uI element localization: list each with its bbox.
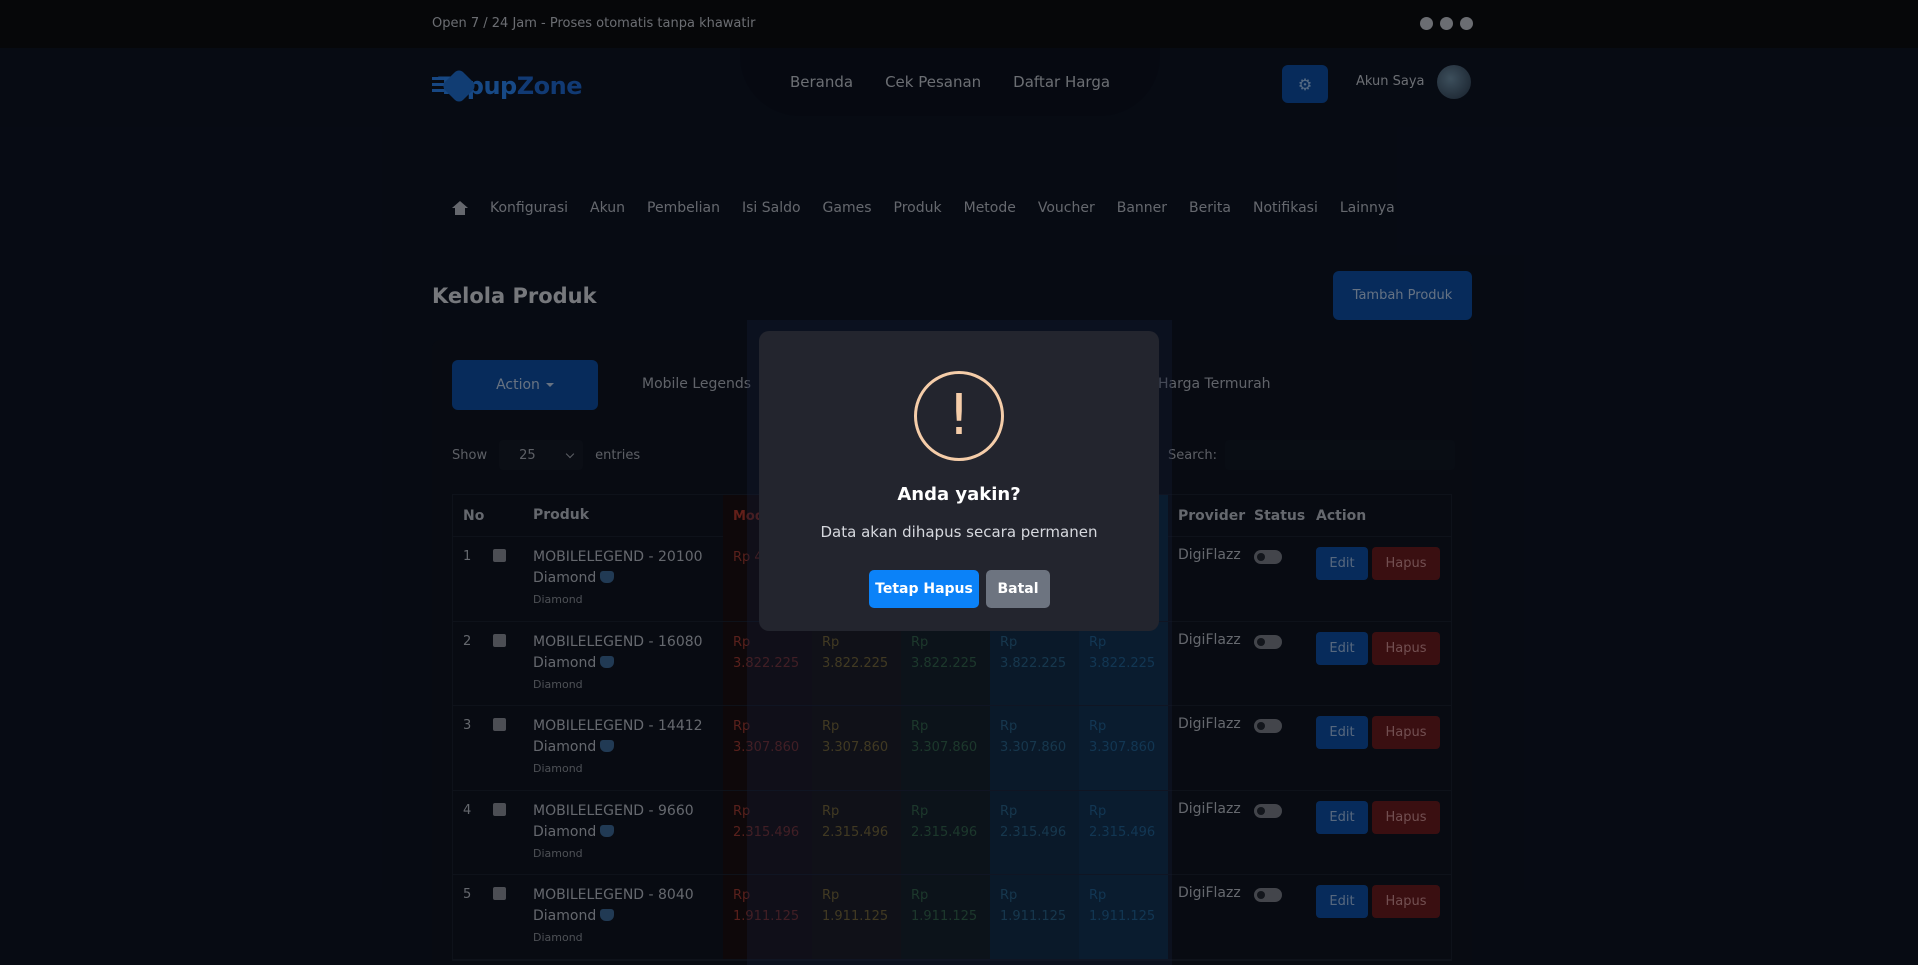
confirm-delete-button[interactable]: Tetap Hapus (869, 570, 979, 608)
dialog-message: Data akan dihapus secara permanen (820, 523, 1098, 541)
dialog-title: Anda yakin? (897, 484, 1021, 505)
warning-icon: ! (914, 371, 1004, 461)
cancel-button[interactable]: Batal (986, 570, 1050, 608)
confirm-delete-dialog: ! Anda yakin? Data akan dihapus secara p… (759, 331, 1159, 631)
